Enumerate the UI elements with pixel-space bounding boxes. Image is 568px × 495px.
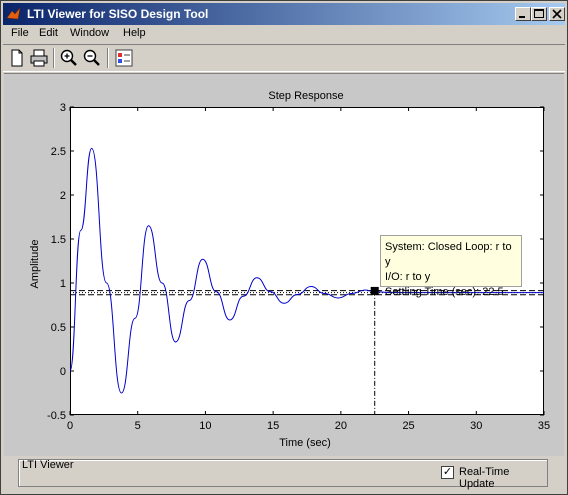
datatip-settling-time: Settling Time (sec): 22.5 [385,286,504,298]
y-tick-label: 3 [60,102,66,114]
realtime-update-checkbox[interactable]: ✓ [441,466,454,479]
x-tick-label: 20 [335,420,347,432]
x-tick-label: 0 [67,420,73,432]
y-tick-label: 0.5 [51,322,66,334]
y-tick-label: 2 [60,190,66,202]
x-axis-label: Time (sec) [279,437,331,449]
status-panel: LTI Viewer ✓ Real-Time Update [18,459,548,490]
y-tick-label: 1 [60,278,66,290]
x-tick-label: 10 [199,420,211,432]
status-panel-label: LTI Viewer [22,459,74,471]
x-tick-label: 35 [538,420,550,432]
y-tick-label: 2.5 [51,146,66,158]
settling-time-datatip[interactable]: System: Closed Loop: r to y I/O: r to y … [380,235,522,298]
settling-time-marker [370,286,379,295]
x-tick-label: 15 [267,420,279,432]
y-tick-label: 1.5 [51,234,66,246]
realtime-update-label[interactable]: Real-Time Update [459,466,547,490]
x-tick-label: 5 [135,420,141,432]
x-tick-label: 25 [402,420,414,432]
datatip-io: I/O: r to y [385,271,431,283]
y-tick-label: 0 [60,366,66,378]
y-tick-label: -0.5 [47,410,66,422]
x-tick-label: 30 [470,420,482,432]
datatip-system: System: Closed Loop: r to y [385,241,512,268]
y-axis-label: Amplitude [29,239,41,289]
